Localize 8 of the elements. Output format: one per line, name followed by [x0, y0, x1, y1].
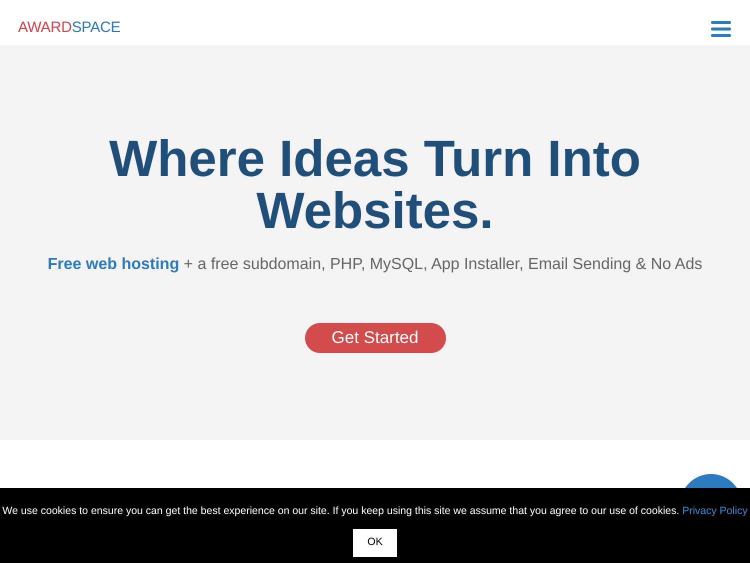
hero-subtitle: Free web hosting + a free subdomain, PHP, MySQL, App Installer, Email Sending & No Ads [48, 255, 702, 275]
logo[interactable]: AWARDSPACE [18, 17, 120, 40]
privacy-policy-link[interactable]: Privacy Policy [682, 505, 748, 517]
ok-button[interactable]: OK [353, 528, 397, 557]
cookie-message: We use cookies to ensure you can get the best experience on our site. If you keep using this site we assume that you agree to our use of cookies. [2, 505, 680, 517]
get-started-button[interactable]: Get Started [304, 323, 446, 353]
menu-icon[interactable] [711, 20, 731, 36]
hero-title: Where Ideas Turn Into Websites. [108, 133, 642, 237]
